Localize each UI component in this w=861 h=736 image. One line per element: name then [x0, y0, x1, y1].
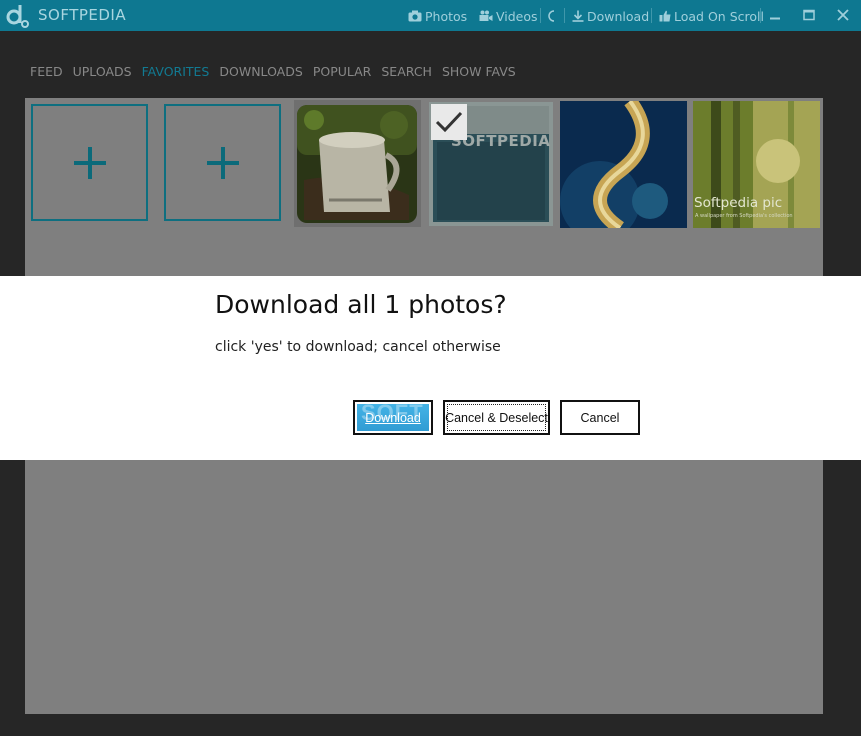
- photos-button[interactable]: Photos: [408, 7, 467, 25]
- camera-icon: [408, 10, 422, 22]
- toolbar-separator: [540, 8, 541, 23]
- app-title: SOFTPEDIA: [38, 6, 127, 24]
- download-icon: [572, 10, 584, 22]
- toolbar-separator: [564, 8, 565, 23]
- cancel-deselect-label: Cancel & Deselect: [445, 410, 548, 425]
- thumbs-up-icon: [659, 10, 671, 22]
- videos-button[interactable]: Videos: [479, 7, 538, 25]
- cancel-button[interactable]: Cancel: [560, 400, 640, 435]
- photos-label: Photos: [425, 8, 468, 24]
- app-window: SOFTPEDIA Photos Videos Download Load On…: [0, 0, 861, 736]
- close-icon: [837, 9, 849, 21]
- dialog-title: Download all 1 photos?: [215, 290, 507, 319]
- maximize-icon: [803, 9, 815, 21]
- load-on-scroll-label: Load On Scroll: [674, 8, 764, 24]
- videos-label: Videos: [496, 8, 538, 24]
- dialog-message: click 'yes' to download; cancel otherwis…: [215, 339, 501, 355]
- confirm-download-button[interactable]: SOFT Download: [353, 400, 433, 435]
- softpedia-logo-icon: [6, 5, 29, 28]
- close-button[interactable]: [833, 5, 853, 25]
- minimize-button[interactable]: [765, 5, 785, 25]
- download-label: Download: [587, 8, 650, 24]
- cancel-label: Cancel: [580, 410, 620, 425]
- maximize-button[interactable]: [799, 5, 819, 25]
- toolbar-separator: [760, 8, 761, 23]
- cancel-deselect-button[interactable]: Cancel & Deselect: [443, 400, 550, 435]
- title-bar: SOFTPEDIA Photos Videos Download Load On…: [0, 0, 861, 31]
- video-camera-icon: [479, 10, 493, 21]
- load-on-scroll-button[interactable]: Load On Scroll: [659, 7, 764, 25]
- loading-spinner-button[interactable]: [547, 7, 557, 25]
- minimize-icon: [770, 17, 780, 20]
- download-button[interactable]: Download: [572, 7, 649, 25]
- download-confirm-dialog: Download all 1 photos? click 'yes' to do…: [0, 276, 861, 460]
- confirm-download-label: Download: [365, 410, 421, 425]
- spinner-icon: [548, 10, 555, 22]
- toolbar-separator: [651, 8, 652, 23]
